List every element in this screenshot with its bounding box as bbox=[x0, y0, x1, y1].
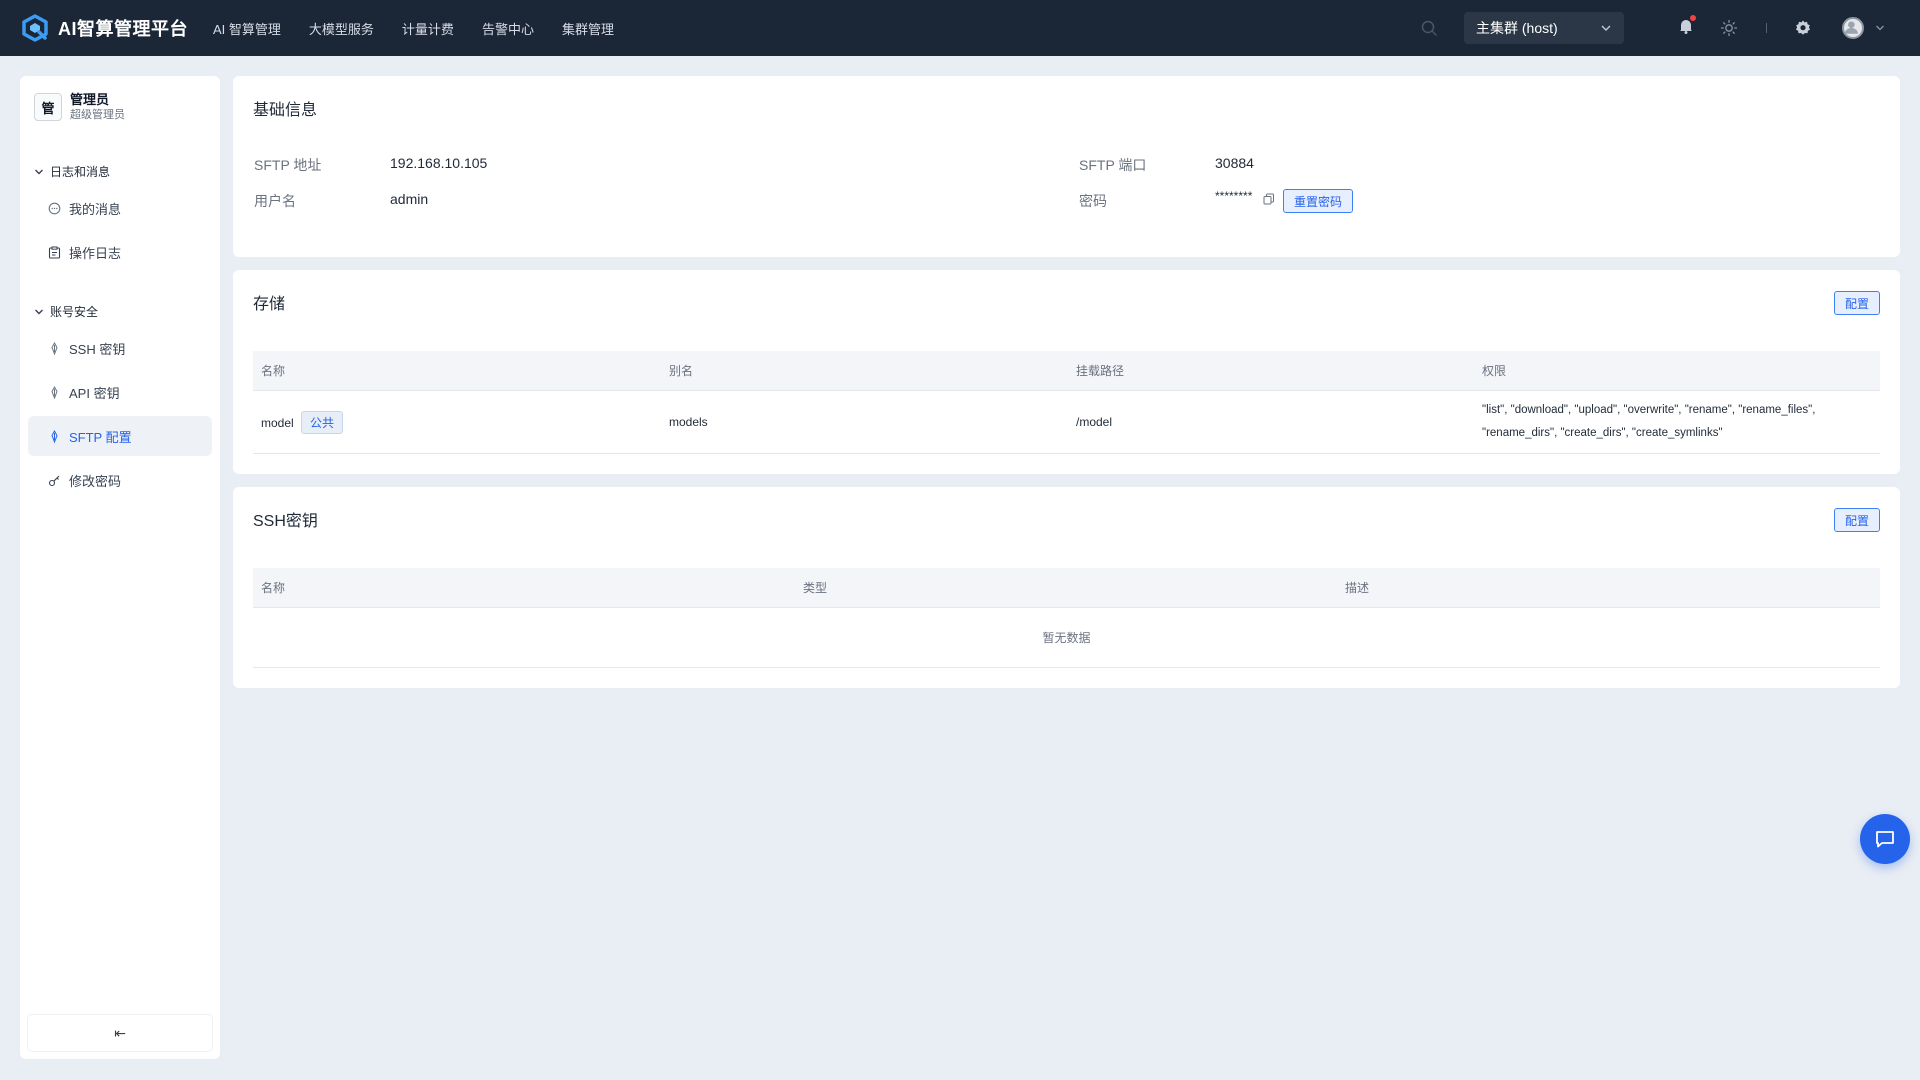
basic-info-title: 基础信息 bbox=[253, 102, 318, 119]
column-header-alias: 别名 bbox=[669, 364, 694, 378]
column-header-description: 描述 bbox=[1345, 581, 1370, 595]
public-tag: 公共 bbox=[301, 410, 344, 434]
username-value: admin bbox=[390, 191, 429, 207]
header-divider bbox=[1766, 23, 1767, 33]
main-nav: AI 智算管理 大模型服务 计量计费 告警中心 集群管理 bbox=[213, 19, 642, 38]
sidebar-group-label: 日志和消息 bbox=[50, 165, 111, 179]
top-bar: AI智算管理平台 AI 智算管理 大模型服务 计量计费 告警中心 集群管理 主集… bbox=[0, 0, 1920, 56]
sftp-port-label: SFTP 端口 bbox=[1079, 157, 1147, 173]
sidebar-item-api-keys[interactable]: API 密钥 bbox=[28, 372, 212, 412]
storage-config-button[interactable]: 配置 bbox=[1833, 291, 1880, 315]
storage-table-header: 名称 别名 挂载路径 权限 bbox=[253, 351, 1880, 391]
chevron-down-icon[interactable] bbox=[1875, 23, 1885, 33]
copy-icon[interactable] bbox=[1263, 193, 1275, 205]
nav-llm-service[interactable]: 大模型服务 bbox=[309, 19, 374, 38]
sidebar: 管 管理员 超级管理员 日志和消息 我的消息 操作日志 账号安全 SSH 密钥 … bbox=[20, 76, 220, 1059]
nav-alerts[interactable]: 告警中心 bbox=[482, 19, 534, 38]
storage-title: 存储 bbox=[253, 296, 286, 313]
clipboard-icon bbox=[48, 246, 61, 259]
empty-state: 暂无数据 bbox=[253, 608, 1880, 668]
username-label: 用户名 bbox=[254, 193, 296, 209]
storage-name-cell: model bbox=[261, 415, 294, 430]
column-header-type: 类型 bbox=[803, 581, 828, 595]
sidebar-item-my-messages[interactable]: 我的消息 bbox=[28, 188, 212, 228]
user-name: 管理员 bbox=[70, 92, 110, 107]
password-key-icon bbox=[48, 475, 60, 486]
gear-icon[interactable] bbox=[1794, 19, 1812, 37]
ssh-keys-table-header: 名称 类型 描述 bbox=[253, 568, 1880, 608]
sidebar-collapse-button[interactable]: ⇤ bbox=[28, 1015, 212, 1051]
chat-icon bbox=[1876, 831, 1894, 848]
storage-card: 存储 配置 名称 别名 挂载路径 权限 model 公共 models /mod… bbox=[233, 270, 1900, 474]
column-header-mount-path: 挂载路径 bbox=[1076, 364, 1125, 378]
sidebar-item-change-password[interactable]: 修改密码 bbox=[28, 460, 212, 500]
brand[interactable]: AI智算管理平台 bbox=[20, 13, 213, 43]
cluster-select[interactable]: 主集群 (host) bbox=[1464, 12, 1624, 44]
ssh-keys-card: SSH密钥 配置 名称 类型 描述 暂无数据 bbox=[233, 487, 1900, 688]
nav-cluster[interactable]: 集群管理 bbox=[562, 19, 614, 38]
nav-billing[interactable]: 计量计费 bbox=[402, 19, 454, 38]
sidebar-item-ssh-keys[interactable]: SSH 密钥 bbox=[28, 328, 212, 368]
chevron-down-icon bbox=[35, 169, 43, 174]
chat-button[interactable] bbox=[1860, 814, 1910, 864]
sidebar-item-label: SSH 密钥 bbox=[69, 341, 126, 357]
key-icon bbox=[51, 341, 58, 355]
sftp-address-label: SFTP 地址 bbox=[254, 157, 322, 173]
sftp-address-value: 192.168.10.105 bbox=[390, 155, 488, 171]
storage-table: 名称 别名 挂载路径 权限 model 公共 models /model "li… bbox=[253, 351, 1880, 454]
sidebar-item-label: 修改密码 bbox=[69, 473, 122, 489]
key-icon bbox=[51, 429, 58, 443]
search-icon[interactable] bbox=[1420, 19, 1438, 37]
ssh-keys-title: SSH密钥 bbox=[253, 513, 318, 530]
storage-permissions-cell: "list", "download", "upload", "overwrite… bbox=[1474, 399, 1880, 445]
chevron-down-icon bbox=[35, 309, 43, 314]
sidebar-item-sftp-config[interactable]: SFTP 配置 bbox=[28, 416, 212, 456]
platform-logo-icon bbox=[22, 14, 48, 42]
sidebar-item-label: API 密钥 bbox=[69, 385, 120, 401]
permissions-line-2: "rename_dirs", "create_dirs", "create_sy… bbox=[1482, 427, 1723, 439]
sidebar-group-account-security[interactable]: 账号安全 bbox=[34, 303, 98, 320]
sidebar-item-label: 我的消息 bbox=[69, 201, 122, 217]
column-header-permissions: 权限 bbox=[1482, 364, 1507, 378]
message-icon bbox=[48, 202, 61, 214]
storage-mount-path-cell: /model bbox=[1076, 415, 1113, 429]
sidebar-item-operation-logs[interactable]: 操作日志 bbox=[28, 232, 212, 272]
password-value: ******** bbox=[1215, 189, 1253, 203]
password-label: 密码 bbox=[1079, 193, 1107, 209]
user-avatar-badge: 管 bbox=[34, 93, 62, 121]
sidebar-group-label: 账号安全 bbox=[50, 305, 99, 319]
sftp-port-value: 30884 bbox=[1215, 155, 1254, 171]
user-profile: 管 管理员 超级管理员 bbox=[34, 92, 125, 122]
user-avatar-icon bbox=[1844, 21, 1858, 34]
ssh-keys-config-button[interactable]: 配置 bbox=[1833, 508, 1880, 532]
reset-password-button[interactable]: 重置密码 bbox=[1283, 189, 1354, 213]
chevron-down-icon bbox=[1601, 25, 1611, 31]
ssh-keys-table: 名称 类型 描述 暂无数据 bbox=[253, 568, 1880, 668]
key-icon bbox=[51, 385, 58, 399]
nav-ai-compute[interactable]: AI 智算管理 bbox=[213, 19, 281, 38]
table-row: model 公共 models /model "list", "download… bbox=[253, 391, 1880, 454]
storage-alias-cell: models bbox=[669, 415, 708, 429]
sidebar-item-label: 操作日志 bbox=[69, 245, 122, 261]
notification-dot bbox=[1690, 15, 1696, 21]
user-role: 超级管理员 bbox=[70, 109, 125, 121]
collapse-left-icon: ⇤ bbox=[114, 1024, 126, 1041]
sun-icon[interactable] bbox=[1720, 19, 1738, 37]
sidebar-item-label: SFTP 配置 bbox=[69, 429, 132, 445]
brand-name: AI智算管理平台 bbox=[58, 19, 188, 39]
cluster-select-value: 主集群 (host) bbox=[1476, 20, 1558, 36]
column-header-name: 名称 bbox=[261, 581, 286, 595]
basic-info-card: 基础信息 SFTP 地址 192.168.10.105 SFTP 端口 3088… bbox=[233, 76, 1900, 257]
permissions-line-1: "list", "download", "upload", "overwrite… bbox=[1482, 404, 1816, 416]
user-avatar[interactable] bbox=[1842, 17, 1864, 39]
sidebar-group-logs[interactable]: 日志和消息 bbox=[34, 163, 110, 180]
column-header-name: 名称 bbox=[261, 364, 286, 378]
